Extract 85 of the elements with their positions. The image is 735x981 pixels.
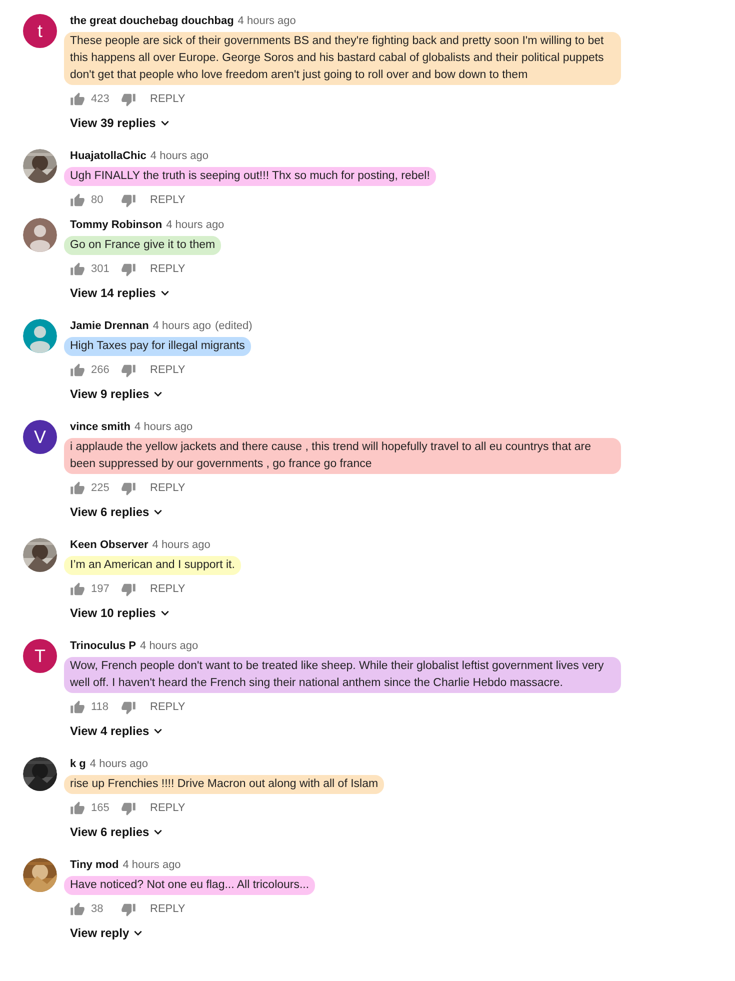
thumbs-down-icon[interactable] (121, 700, 136, 714)
chevron-down-icon (160, 288, 170, 298)
like-count: 165 (91, 802, 110, 814)
view-replies-button[interactable]: View 4 replies (70, 721, 164, 741)
reply-button[interactable]: REPLY (146, 362, 190, 378)
avatar[interactable]: t (23, 14, 57, 48)
chevron-down-icon (153, 389, 164, 399)
thumbs-up-icon[interactable] (70, 700, 85, 714)
chevron-down-icon (153, 726, 164, 736)
thumbs-up-icon[interactable] (70, 262, 85, 276)
reply-button[interactable]: REPLY (146, 800, 190, 816)
comment-text: High Taxes pay for illegal migrants (64, 337, 251, 356)
comment-text: I’m an American and I support it. (64, 556, 241, 575)
like-count: 266 (91, 364, 110, 376)
comment-text: rise up Frenchies !!!! Drive Macron out along with all of Islam (64, 775, 384, 794)
comment-time[interactable]: 4 hours ago (90, 757, 148, 771)
thumbs-down-icon[interactable] (121, 262, 136, 276)
view-replies-button[interactable]: View 6 replies (70, 502, 164, 522)
comment-text: Ugh FINALLY the truth is seeping out!!! Thx so much for posting, rebel! (64, 167, 436, 186)
like-count: 301 (91, 263, 110, 275)
chevron-down-icon (153, 507, 164, 517)
author-name[interactable]: vince smith (70, 420, 131, 434)
chevron-down-icon (160, 608, 170, 618)
like-count: 225 (91, 482, 110, 494)
view-replies-button[interactable]: View 9 replies (70, 384, 164, 404)
author-name[interactable]: HuajatollaChic (70, 149, 146, 163)
comment-time[interactable]: 4 hours ago (150, 149, 209, 163)
author-name[interactable]: the great douchebag douchbag (70, 14, 234, 28)
thumbs-up-icon[interactable] (70, 192, 85, 208)
comment-text: Wow, French people don't want to be treated like sheep. While their globalist leftist government lives very well off. I haven't heard the French sing their national anthem since the Charlie Hebdo massacre. (64, 657, 621, 693)
view-replies-button[interactable]: View 39 replies (70, 113, 170, 133)
reply-button[interactable]: REPLY (146, 192, 190, 208)
comment-time[interactable]: 4 hours ago (134, 420, 193, 434)
like-count: 423 (91, 93, 110, 105)
comment-time[interactable]: 4 hours ago (166, 218, 224, 232)
author-name[interactable]: Trinoculus P (70, 639, 136, 653)
reply-button[interactable]: REPLY (146, 480, 190, 496)
edited-label: (edited) (214, 319, 252, 333)
thumbs-up-icon[interactable] (70, 362, 85, 378)
thumbs-down-icon[interactable] (121, 362, 136, 378)
author-name[interactable]: k g (70, 757, 86, 771)
reply-button[interactable]: REPLY (146, 699, 190, 715)
thumbs-down-icon[interactable] (121, 800, 136, 816)
thumbs-up-icon[interactable] (70, 582, 85, 596)
like-count: 38 (91, 903, 104, 915)
comment-text: These people are sick of their governments BS and they're fighting back and pretty soon I'm willing to bet this happens all over Europe. George Soros and his bastard cabal of globalists and their political puppets don't get that people who love freedom aren't just going to roll over and bow down to them (64, 32, 621, 85)
comment-text: Go on France give it to them (64, 236, 222, 255)
comment-time[interactable]: 4 hours ago (238, 14, 296, 28)
chevron-down-icon (153, 827, 164, 837)
thumbs-down-icon[interactable] (121, 480, 136, 496)
view-replies-button[interactable]: View 6 replies (70, 822, 164, 842)
thumbs-down-icon[interactable] (121, 92, 136, 106)
thumbs-down-icon[interactable] (121, 902, 136, 916)
chevron-down-icon (133, 928, 144, 938)
avatar[interactable]: T (23, 639, 57, 673)
thumbs-up-icon[interactable] (70, 902, 85, 916)
thumbs-up-icon[interactable] (70, 800, 85, 816)
chevron-down-icon (160, 118, 170, 128)
comment-time[interactable]: 4 hours ago (152, 319, 211, 333)
comment-text: i applaude the yellow jackets and there cause , this trend will hopefully travel to all eu countrys that are been suppressed by our governments , go france go france (64, 438, 621, 474)
comment-time[interactable]: 4 hours ago (122, 858, 181, 872)
view-replies-button[interactable]: View reply (70, 923, 144, 943)
reply-button[interactable]: REPLY (146, 901, 190, 917)
reply-button[interactable]: REPLY (146, 581, 190, 597)
avatar-icon[interactable] (23, 218, 57, 252)
view-replies-button[interactable]: View 10 replies (70, 603, 170, 623)
author-name[interactable]: Keen Observer (70, 538, 148, 552)
author-name[interactable]: Jamie Drennan (70, 319, 149, 333)
like-count: 80 (91, 194, 104, 206)
thumbs-down-icon[interactable] (121, 582, 136, 596)
author-name[interactable]: Tiny mod (70, 858, 119, 872)
view-replies-button[interactable]: View 14 replies (70, 283, 170, 303)
thumbs-down-icon[interactable] (121, 192, 136, 208)
author-name[interactable]: Tommy Robinson (70, 218, 162, 232)
comment-text: Have noticed? Not one eu flag... All tricolours... (64, 876, 316, 895)
comment-time[interactable]: 4 hours ago (152, 538, 210, 552)
like-count: 118 (91, 701, 110, 713)
thumbs-up-icon[interactable] (70, 92, 85, 106)
reply-button[interactable]: REPLY (146, 91, 190, 107)
thumbs-up-icon[interactable] (70, 480, 85, 496)
reply-button[interactable]: REPLY (146, 261, 190, 277)
comment-time[interactable]: 4 hours ago (140, 639, 198, 653)
avatar-icon[interactable] (23, 319, 57, 353)
like-count: 197 (91, 583, 110, 595)
avatar[interactable]: V (23, 420, 57, 454)
